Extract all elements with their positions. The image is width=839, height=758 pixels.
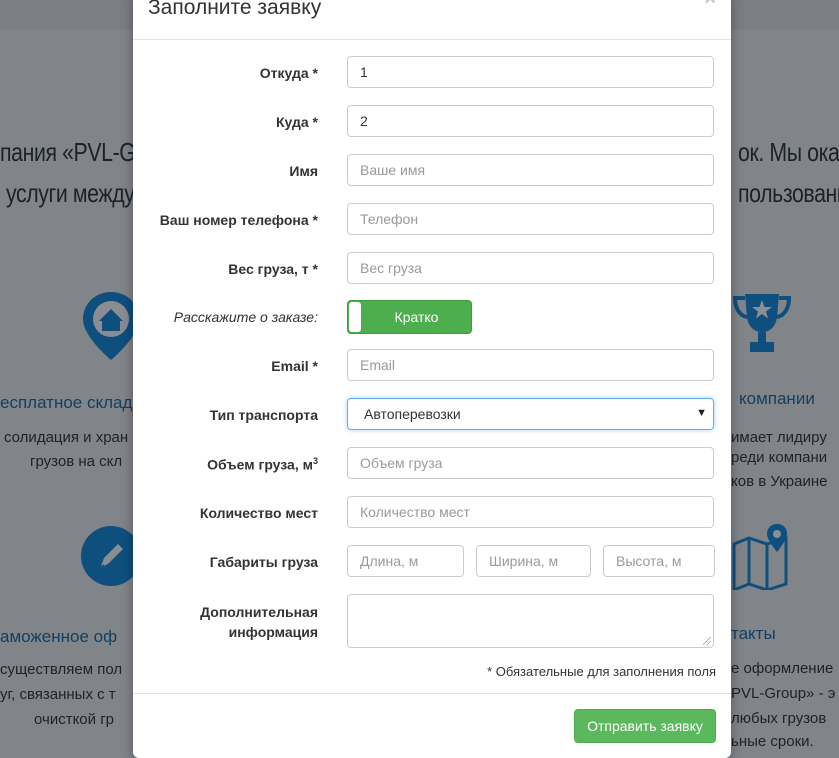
places-input[interactable]: Количество мест [347, 496, 714, 528]
close-icon[interactable]: × [704, 0, 716, 11]
bg-intro-right-1: ок. Мы ока [738, 137, 839, 167]
order-toggle[interactable]: Кратко [347, 300, 472, 334]
name-row: Имя Ваше имя [133, 154, 731, 188]
bg-feature-4-desc3: любых грузов [731, 710, 827, 727]
volume-label-sup: 3 [312, 456, 318, 466]
volume-label-text: Объем груза, м [207, 456, 313, 473]
bg-feature-3-title: аможенное оф [0, 627, 118, 646]
to-row: Куда * 2 [133, 105, 731, 139]
bg-feature-4-title: такты [731, 624, 776, 643]
from-row: Откуда * 1 [133, 56, 731, 90]
bg-feature-2-desc1: имает лидиру [731, 429, 827, 446]
modal-header: Заполните заявку × [133, 0, 731, 40]
height-input[interactable]: Высота, м [603, 545, 715, 577]
modal-title: Заполните заявку [148, 0, 322, 19]
bg-feature-1-desc1: солидация и хран [4, 429, 129, 446]
resize-grip-icon[interactable] [703, 637, 711, 645]
required-note: * Обязательные для заполнения поля [487, 664, 716, 679]
modal-footer-divider [133, 693, 731, 694]
volume-row: Объем груза, м3 Объем груза [133, 447, 731, 481]
length-input[interactable]: Длина, м [347, 545, 464, 577]
bg-feature-1-desc2: грузов на скл [30, 453, 123, 470]
bg-feature-4-desc2: PVL-Group» - э [731, 685, 836, 702]
order-label: Расскажите о заказе: [173, 309, 318, 325]
bg-feature-4-desc4: ьные сроки. [731, 733, 814, 750]
weight-label: Вес груза, т * [228, 261, 318, 277]
from-input[interactable]: 1 [347, 56, 714, 88]
trophy-icon [733, 294, 791, 352]
from-label: Откуда * [259, 65, 318, 81]
places-label: Количество мест [199, 505, 318, 521]
to-label: Куда * [276, 114, 318, 130]
phone-label: Ваш номер телефона * [159, 212, 318, 228]
order-row: Расскажите о заказе: Кратко [133, 300, 731, 334]
bg-feature-1-title: есплатное склад [0, 393, 133, 412]
extra-label-line2: информация [228, 624, 318, 640]
bg-intro-left-1: пания «PVL-Gro [0, 137, 154, 167]
extra-label-line1: Дополнительная [200, 604, 318, 620]
bg-feature-3-desc2: уг, связанных с т [0, 686, 116, 703]
submit-button[interactable]: Отправить заявку [574, 709, 716, 743]
email-label: Email * [271, 358, 318, 374]
to-input[interactable]: 2 [347, 105, 714, 137]
transport-select[interactable]: Автоперевозки ▼ [347, 398, 714, 430]
bg-feature-2-title: компании [739, 389, 815, 408]
phone-row: Ваш номер телефона * Телефон [133, 203, 731, 237]
extra-row: Дополнительная информация [133, 594, 731, 650]
transport-select-value: Автоперевозки [364, 406, 461, 422]
volume-input[interactable]: Объем груза [347, 447, 714, 479]
bg-feature-4-desc1: е оформление [731, 660, 834, 677]
weight-input[interactable]: Вес груза [347, 252, 714, 284]
toggle-label: Кратко [394, 309, 439, 325]
bg-feature-2-desc3: ков в Украине [731, 473, 828, 490]
map-icon [732, 524, 788, 590]
name-input[interactable]: Ваше имя [347, 154, 714, 186]
name-label: Имя [289, 163, 318, 179]
request-modal: Заполните заявку × Откуда * 1 Куда * 2 И… [133, 0, 731, 758]
extra-textarea[interactable] [347, 594, 714, 648]
bg-feature-2-desc2: реди компани [731, 449, 828, 466]
transport-row: Тип транспорта Автоперевозки ▼ [133, 398, 731, 432]
email-row: Email * Email [133, 349, 731, 383]
dims-row: Габариты груза Длина, м Ширина, м Высота… [133, 545, 731, 579]
extra-label: Дополнительная информация [200, 602, 318, 642]
bg-feature-3-desc3: очисткой гр [34, 711, 115, 728]
places-row: Количество мест Количество мест [133, 496, 731, 530]
phone-input[interactable]: Телефон [347, 203, 714, 235]
email-input[interactable]: Email [347, 349, 714, 381]
bg-feature-3-desc1: существляем пол [0, 661, 123, 678]
dims-label: Габариты груза [209, 554, 318, 570]
volume-label: Объем груза, м3 [207, 456, 318, 473]
weight-row: Вес груза, т * Вес груза [133, 252, 731, 286]
bg-intro-right-2: пользование [738, 178, 839, 208]
bg-intro-left-2: услуги междун [6, 178, 146, 208]
transport-label: Тип транспорта [209, 407, 318, 423]
width-input[interactable]: Ширина, м [476, 545, 591, 577]
caret-down-icon: ▼ [696, 407, 707, 419]
toggle-knob[interactable] [349, 302, 361, 332]
